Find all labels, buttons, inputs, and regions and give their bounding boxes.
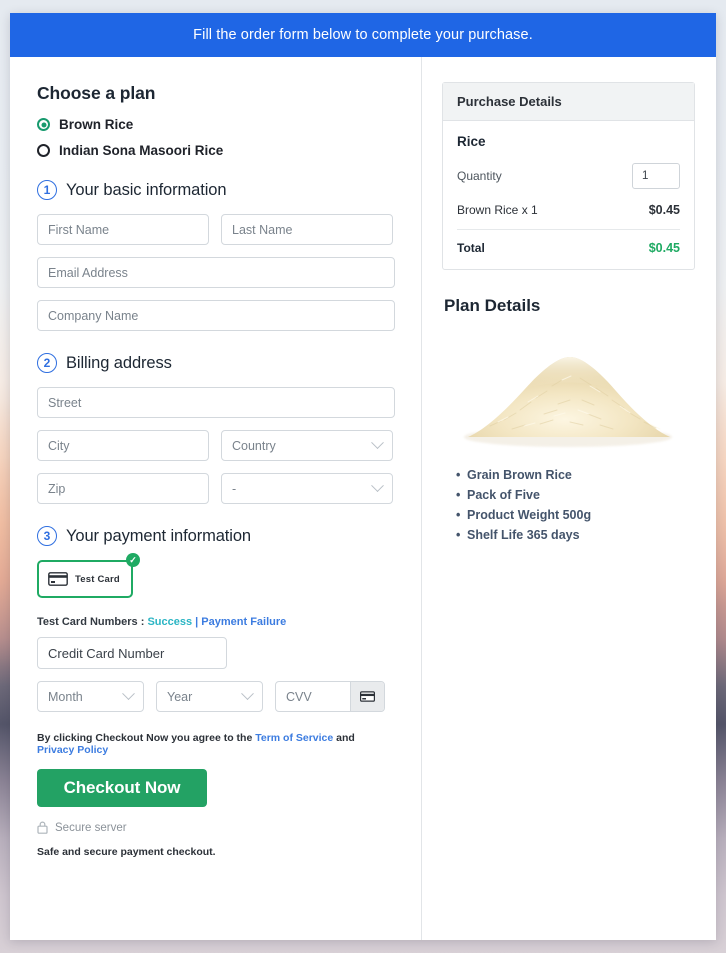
quantity-row: Quantity 1 [457, 163, 680, 189]
plan-option-label: Brown Rice [59, 117, 133, 132]
chevron-down-icon [122, 687, 135, 700]
step-basic-information-header: 1 Your basic information [37, 180, 395, 200]
step-number-badge: 3 [37, 526, 57, 546]
city-country-row: City Country [37, 430, 395, 461]
quantity-label: Quantity [457, 169, 502, 183]
radio-brown-rice[interactable] [37, 118, 50, 131]
total-row: Total $0.45 [457, 230, 680, 255]
step-label: Your basic information [66, 181, 226, 200]
terms-prefix: By clicking Checkout Now you agree to th… [37, 732, 252, 744]
form-column: Choose a plan Brown Rice Indian Sona Mas… [10, 57, 422, 940]
cvv-help-button[interactable] [350, 682, 384, 711]
street-row: Street [37, 387, 395, 418]
rice-product-image [454, 334, 684, 454]
state-select[interactable]: - [221, 473, 393, 504]
credit-card-icon [48, 572, 68, 586]
credit-card-number-input[interactable]: Credit Card Number [37, 637, 227, 669]
chevron-down-icon [371, 436, 384, 449]
test-card-method-tile[interactable]: Test Card [37, 560, 133, 598]
plan-bullet: Shelf Life 365 days [456, 528, 695, 542]
chevron-down-icon [241, 687, 254, 700]
plan-details-bullets: Grain Brown Rice Pack of Five Product We… [456, 468, 695, 542]
expiry-year-value: Year [167, 690, 192, 704]
plan-bullet: Grain Brown Rice [456, 468, 695, 482]
test-card-numbers-row: Test Card Numbers : Success | Payment Fa… [37, 616, 395, 628]
expiry-cvv-row: Month Year CVV [37, 681, 395, 712]
email-input[interactable]: Email Address [37, 257, 395, 288]
credit-card-icon [360, 691, 375, 702]
terms-text: By clicking Checkout Now you agree to th… [37, 732, 395, 756]
city-input[interactable]: City [37, 430, 209, 461]
country-select-value: Country [232, 439, 276, 453]
email-row: Email Address [37, 257, 395, 288]
line-item-label: Brown Rice x 1 [457, 203, 538, 217]
plan-radio-group: Brown Rice Indian Sona Masoori Rice [37, 117, 395, 158]
plan-option-brown-rice[interactable]: Brown Rice [37, 117, 395, 132]
line-item-row: Brown Rice x 1 $0.45 [457, 203, 680, 230]
payment-method-wrapper: Test Card ✓ [37, 560, 133, 598]
step-label: Your payment information [66, 527, 251, 546]
checkout-card: Fill the order form below to complete yo… [10, 13, 716, 940]
privacy-policy-link[interactable]: Privacy Policy [37, 744, 108, 756]
expiry-year-select[interactable]: Year [156, 681, 263, 712]
secure-server-row: Secure server [37, 821, 395, 834]
safe-checkout-text: Safe and secure payment checkout. [37, 846, 395, 858]
total-label: Total [457, 241, 485, 255]
purchase-details-body: Rice Quantity 1 Brown Rice x 1 $0.45 Tot… [443, 121, 694, 269]
plan-option-sona-masoori[interactable]: Indian Sona Masoori Rice [37, 143, 395, 158]
zip-state-row: Zip - [37, 473, 395, 504]
card-number-row: Credit Card Number [37, 637, 395, 669]
card-body: Choose a plan Brown Rice Indian Sona Mas… [10, 57, 716, 940]
plan-bullet: Pack of Five [456, 488, 695, 502]
quantity-input[interactable]: 1 [632, 163, 680, 189]
lock-icon [37, 821, 48, 834]
state-select-value: - [232, 482, 236, 496]
street-input[interactable]: Street [37, 387, 395, 418]
link-separator: | [195, 616, 198, 628]
country-select[interactable]: Country [221, 430, 393, 461]
step-number-badge: 2 [37, 353, 57, 373]
payment-failure-link[interactable]: Payment Failure [201, 616, 286, 628]
terms-and: and [336, 732, 355, 744]
purchase-details-header: Purchase Details [443, 83, 694, 121]
choose-plan-title: Choose a plan [37, 83, 395, 104]
step-label: Billing address [66, 354, 172, 373]
purchase-details-box: Purchase Details Rice Quantity 1 Brown R… [442, 82, 695, 270]
first-name-input[interactable]: First Name [37, 214, 209, 245]
rice-mound-photo [454, 334, 684, 454]
product-name: Rice [457, 134, 680, 149]
chevron-down-icon [371, 479, 384, 492]
banner-text: Fill the order form below to complete yo… [193, 27, 533, 43]
radio-sona-masoori[interactable] [37, 144, 50, 157]
plan-bullet: Product Weight 500g [456, 508, 695, 522]
term-of-service-link[interactable]: Term of Service [255, 732, 333, 744]
cvv-input[interactable]: CVV [276, 682, 350, 711]
cvv-group: CVV [275, 681, 385, 712]
line-item-amount: $0.45 [649, 203, 680, 217]
last-name-input[interactable]: Last Name [221, 214, 393, 245]
test-card-numbers-label: Test Card Numbers : [37, 616, 144, 628]
plan-details-title: Plan Details [444, 296, 695, 316]
success-link[interactable]: Success [147, 616, 192, 628]
checkout-now-button[interactable]: Checkout Now [37, 769, 207, 807]
top-banner: Fill the order form below to complete yo… [10, 13, 716, 57]
expiry-month-value: Month [48, 690, 83, 704]
total-amount: $0.45 [649, 241, 680, 255]
company-row: Company Name [37, 300, 395, 331]
step-number-badge: 1 [37, 180, 57, 200]
step-payment-information-header: 3 Your payment information [37, 526, 395, 546]
zip-input[interactable]: Zip [37, 473, 209, 504]
test-card-label: Test Card [75, 574, 120, 585]
company-name-input[interactable]: Company Name [37, 300, 395, 331]
summary-column: Purchase Details Rice Quantity 1 Brown R… [422, 57, 715, 940]
secure-server-text: Secure server [55, 822, 127, 834]
check-circle-icon: ✓ [126, 553, 140, 567]
name-row: First Name Last Name [37, 214, 395, 245]
plan-option-label: Indian Sona Masoori Rice [59, 143, 223, 158]
step-billing-address-header: 2 Billing address [37, 353, 395, 373]
expiry-month-select[interactable]: Month [37, 681, 144, 712]
